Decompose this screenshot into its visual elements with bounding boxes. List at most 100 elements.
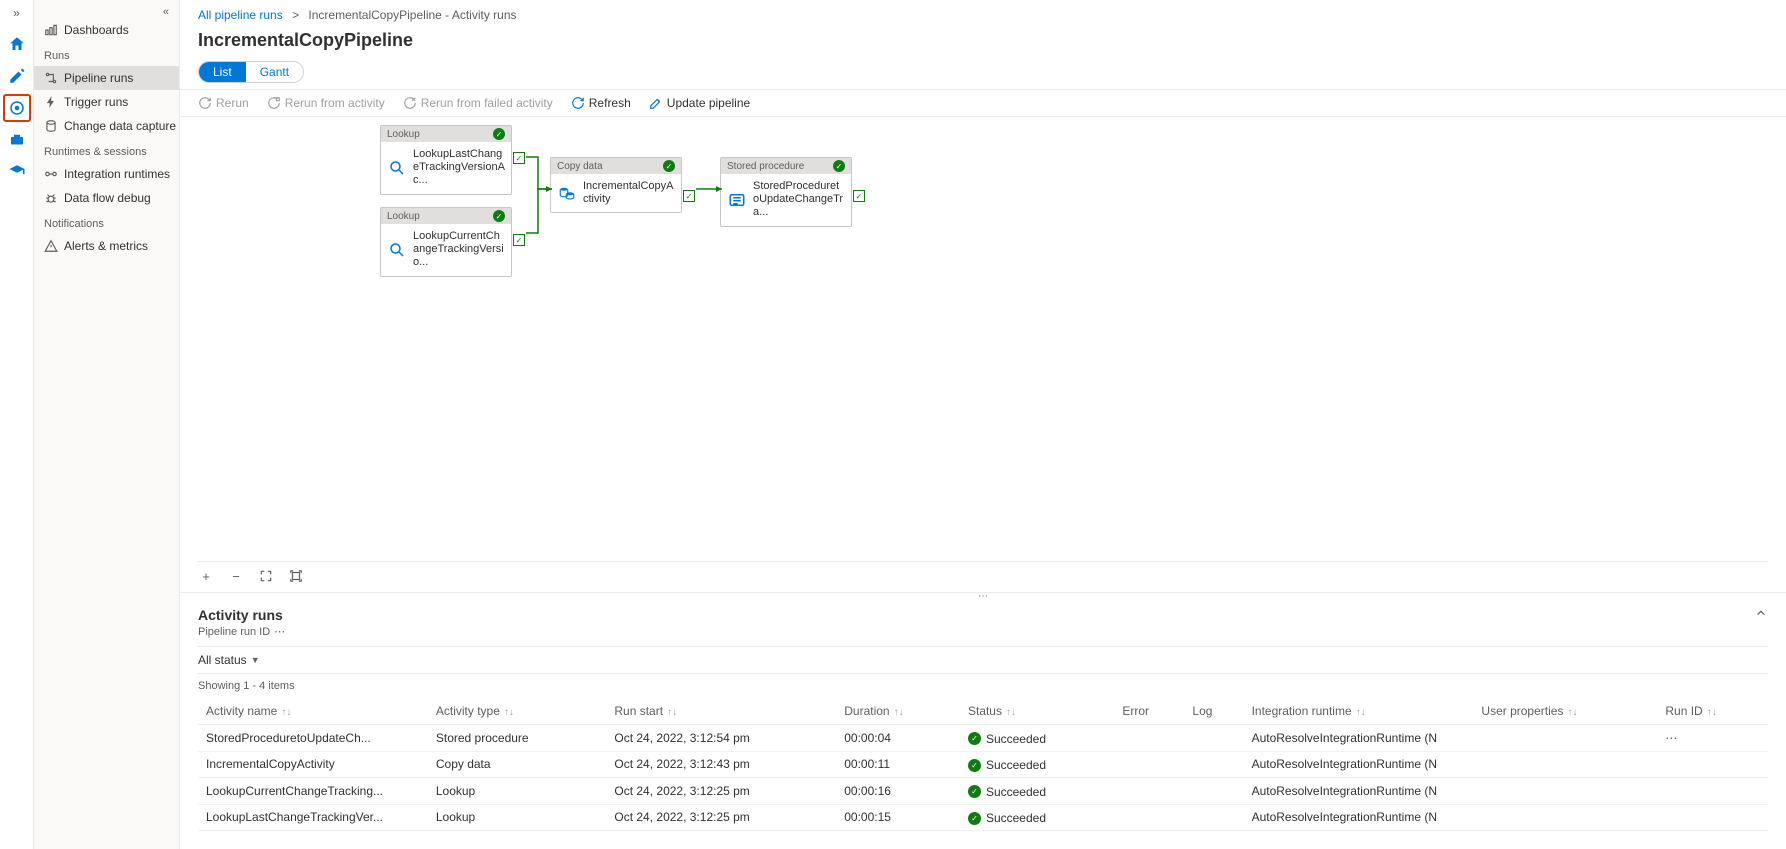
- sort-icon: ↑↓: [667, 707, 677, 718]
- col-duration[interactable]: Duration↑↓: [836, 698, 960, 725]
- toolbar-label: Rerun: [216, 96, 249, 110]
- pipeline-icon: [44, 71, 58, 85]
- breadcrumb-root[interactable]: All pipeline runs: [198, 8, 283, 22]
- zoom-out-button[interactable]: −: [228, 568, 244, 584]
- sidebar-dataflow-debug[interactable]: Data flow debug: [34, 186, 179, 210]
- table-cell: ✓Succeeded: [960, 751, 1114, 778]
- output-port[interactable]: ✓: [683, 190, 695, 202]
- sidebar-trigger-runs[interactable]: Trigger runs: [34, 90, 179, 114]
- lookup-icon: [387, 240, 407, 260]
- collapse-section-icon[interactable]: [1754, 606, 1768, 623]
- fit-to-screen-button[interactable]: [258, 568, 274, 584]
- btn-rerun[interactable]: Rerun: [198, 96, 249, 110]
- status-text: Succeeded: [986, 732, 1046, 746]
- status-filter[interactable]: All status ▼: [198, 646, 1768, 674]
- rail-home[interactable]: [3, 30, 31, 58]
- sidebar-item-label: Dashboards: [64, 23, 129, 37]
- expand-rail-icon[interactable]: »: [13, 6, 20, 20]
- node-lookup-last-change[interactable]: Lookup ✓ LookupLastChangeTrackingVersionA…: [380, 125, 512, 195]
- table-cell: AutoResolveIntegrationRuntime (N: [1244, 778, 1474, 805]
- sort-icon: ↑↓: [1356, 707, 1366, 718]
- node-title: LookupLastChangeTrackingVersionAc...: [413, 148, 505, 188]
- sidebar-alerts-metrics[interactable]: Alerts & metrics: [34, 234, 179, 258]
- activity-runs-table: Activity name↑↓Activity type↑↓Run start↑…: [198, 698, 1768, 831]
- col-user-properties[interactable]: User properties↑↓: [1473, 698, 1657, 725]
- table-cell: IncrementalCopyActivity: [198, 751, 428, 778]
- node-lookup-current-change[interactable]: Lookup✓ LookupCurrentChangeTrackingVersi…: [380, 207, 512, 277]
- table-cell: Lookup: [428, 804, 607, 831]
- vertical-split-handle[interactable]: ⋯: [180, 592, 1786, 600]
- rerun-icon: [198, 96, 212, 110]
- activity-runs-title: Activity runs: [198, 607, 283, 623]
- output-port[interactable]: ✓: [513, 234, 525, 246]
- table-cell: Oct 24, 2022, 3:12:54 pm: [606, 725, 836, 752]
- table-cell: Stored procedure: [428, 725, 607, 752]
- col-activity-name[interactable]: Activity name↑↓: [198, 698, 428, 725]
- table-row[interactable]: StoredProceduretoUpdateCh...Stored proce…: [198, 725, 1768, 752]
- btn-rerun-from-failed[interactable]: Rerun from failed activity: [403, 96, 553, 110]
- toolbar-label: Update pipeline: [667, 96, 750, 110]
- table-cell: ✓Succeeded: [960, 804, 1114, 831]
- breadcrumb-current: IncrementalCopyPipeline - Activity runs: [308, 8, 516, 22]
- table-cell: AutoResolveIntegrationRuntime (N: [1244, 751, 1474, 778]
- col-run-start[interactable]: Run start↑↓: [606, 698, 836, 725]
- sidebar-pipeline-runs[interactable]: Pipeline runs: [34, 66, 179, 90]
- col-activity-type[interactable]: Activity type↑↓: [428, 698, 607, 725]
- sidebar-item-label: Alerts & metrics: [64, 239, 148, 253]
- node-stored-procedure[interactable]: Stored procedure✓ StoredProceduretoUpdat…: [720, 157, 852, 227]
- rail-manage[interactable]: [3, 126, 31, 154]
- sidebar-section-runtimes: Runtimes & sessions: [34, 138, 179, 162]
- rail-monitor[interactable]: [3, 94, 31, 122]
- output-port[interactable]: ✓: [853, 190, 865, 202]
- table-cell: Copy data: [428, 751, 607, 778]
- sidebar-section-notifications: Notifications: [34, 210, 179, 234]
- pipeline-run-id-menu[interactable]: ⋯: [274, 625, 286, 638]
- sidebar-dashboards[interactable]: Dashboards: [34, 18, 179, 42]
- btn-rerun-from-activity[interactable]: Rerun from activity: [267, 96, 385, 110]
- table-cell: LookupCurrentChangeTracking...: [198, 778, 428, 805]
- table-cell: AutoResolveIntegrationRuntime (N: [1244, 725, 1474, 752]
- activity-runs-section: Activity runs Pipeline run ID ⋯ All stat…: [180, 600, 1786, 849]
- rail-author[interactable]: [3, 62, 31, 90]
- table-row[interactable]: LookupCurrentChangeTracking...LookupOct …: [198, 778, 1768, 805]
- sort-icon: ↑↓: [894, 707, 904, 718]
- reset-zoom-button[interactable]: [288, 568, 304, 584]
- sort-icon: ↑↓: [281, 707, 291, 718]
- sidebar-integration-runtimes[interactable]: Integration runtimes: [34, 162, 179, 186]
- table-row[interactable]: IncrementalCopyActivityCopy dataOct 24, …: [198, 751, 1768, 778]
- zoom-in-button[interactable]: +: [198, 568, 214, 584]
- rail-learn[interactable]: [3, 158, 31, 186]
- col-error[interactable]: Error: [1114, 698, 1184, 725]
- sidebar-section-runs: Runs: [34, 42, 179, 66]
- col-log[interactable]: Log: [1184, 698, 1243, 725]
- table-cell: Lookup: [428, 778, 607, 805]
- col-status[interactable]: Status↑↓: [960, 698, 1114, 725]
- row-menu[interactable]: ⋯: [1665, 731, 1678, 745]
- alert-icon: [44, 239, 58, 253]
- breadcrumb: All pipeline runs > IncrementalCopyPipel…: [180, 0, 1786, 26]
- col-run-id[interactable]: Run ID↑↓: [1657, 698, 1768, 725]
- output-port[interactable]: ✓: [513, 152, 525, 164]
- table-cell: [1657, 751, 1768, 778]
- table-cell: 00:00:04: [836, 725, 960, 752]
- node-incremental-copy[interactable]: Copy data✓ IncrementalCopyActivity ✓: [550, 157, 682, 213]
- success-icon: ✓: [968, 759, 981, 772]
- collapse-sidebar-icon[interactable]: «: [34, 6, 179, 18]
- success-icon: ✓: [493, 128, 505, 140]
- pipeline-canvas[interactable]: Lookup ✓ LookupLastChangeTrackingVersionA…: [180, 117, 1786, 592]
- success-icon: ✓: [968, 785, 981, 798]
- btn-refresh[interactable]: Refresh: [571, 96, 631, 110]
- node-title: IncrementalCopyActivity: [583, 180, 675, 206]
- table-cell: [1657, 778, 1768, 805]
- col-integration-runtime[interactable]: Integration runtime↑↓: [1244, 698, 1474, 725]
- dashboard-icon: [44, 23, 58, 37]
- table-cell: Oct 24, 2022, 3:12:25 pm: [606, 804, 836, 831]
- tab-gantt[interactable]: Gantt: [246, 62, 303, 82]
- btn-update-pipeline[interactable]: Update pipeline: [649, 96, 750, 110]
- toolbar: Rerun Rerun from activity Rerun from fai…: [180, 90, 1786, 117]
- node-type: Lookup: [387, 129, 420, 140]
- tab-list[interactable]: List: [199, 62, 246, 82]
- table-row[interactable]: LookupLastChangeTrackingVer...LookupOct …: [198, 804, 1768, 831]
- table-cell: 00:00:16: [836, 778, 960, 805]
- sidebar-cdc[interactable]: Change data capture (previ...: [34, 114, 179, 138]
